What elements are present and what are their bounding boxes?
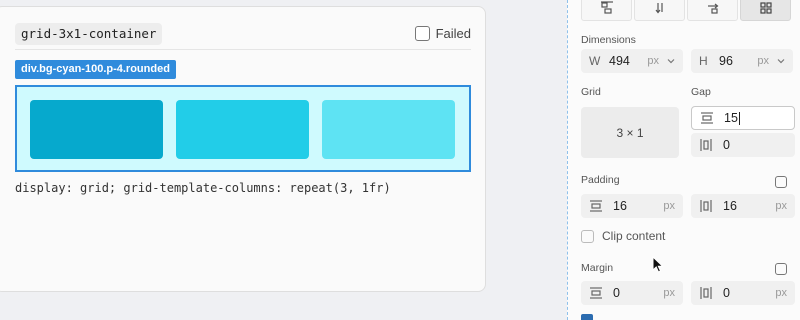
padding-horizontal-icon: [700, 200, 712, 212]
margin-horizontal-icon: [700, 287, 712, 299]
layout-toolbar: [581, 0, 791, 21]
arrow-down-icon: [655, 2, 663, 13]
properties-panel: Dimensions W 494 px H 96 px Grid Gap 3 ×…: [567, 0, 800, 320]
clip-content-checkbox[interactable]: [581, 229, 594, 243]
column-gap-icon: [700, 139, 712, 151]
failed-label: Failed: [435, 25, 471, 41]
failed-checkbox[interactable]: [414, 25, 430, 41]
clip-content-label: Clip content: [602, 229, 666, 243]
chevron-down-icon[interactable]: [777, 57, 785, 65]
partially-visible-checkbox[interactable]: [581, 314, 593, 320]
column-gap-value[interactable]: 0: [723, 138, 795, 152]
test-card: grid-3x1-container Failed div.bg-cyan-10…: [0, 6, 486, 292]
grid-layout-button[interactable]: [740, 0, 791, 21]
independent-margin-icon[interactable]: [775, 263, 787, 275]
grid-preview[interactable]: [15, 85, 471, 172]
row-gap-value[interactable]: 15: [724, 111, 738, 125]
width-value[interactable]: 494: [609, 54, 647, 68]
arrow-right-icon: [707, 3, 718, 14]
dimensions-label: Dimensions: [581, 34, 636, 46]
text-caret: [738, 112, 740, 126]
grid-cell[interactable]: [322, 100, 455, 159]
panel-selection-edge: [567, 0, 568, 320]
width-unit: px: [647, 55, 659, 67]
direction-down-button[interactable]: [634, 0, 685, 21]
margin-horizontal-field[interactable]: 0 px: [691, 281, 795, 305]
margin-horizontal-value[interactable]: 0: [723, 286, 775, 300]
row-gap-icon: [701, 112, 713, 124]
css-description: display: grid; grid-template-columns: re…: [15, 181, 391, 195]
padding-vertical-value[interactable]: 16: [613, 199, 663, 213]
padding-horizontal-value[interactable]: 16: [723, 199, 775, 213]
width-field[interactable]: W 494 px: [581, 49, 683, 73]
failed-toggle[interactable]: Failed: [414, 23, 471, 43]
padding-horizontal-unit: px: [775, 200, 787, 212]
height-prefix: H: [699, 54, 708, 68]
align-top-icon: [600, 0, 613, 14]
row-gap-input[interactable]: 15: [691, 106, 795, 130]
margin-vertical-field[interactable]: 0 px: [581, 281, 683, 305]
margin-vertical-icon: [590, 287, 602, 299]
clip-content-toggle[interactable]: Clip content: [581, 229, 665, 243]
margin-horizontal-unit: px: [775, 287, 787, 299]
grid-size-value: 3 × 1: [616, 125, 644, 140]
align-top-button[interactable]: [581, 0, 632, 21]
column-gap-input[interactable]: 0: [691, 133, 795, 157]
padding-vertical-icon: [590, 200, 602, 212]
selected-element-badge: div.bg-cyan-100.p-4.rounded: [15, 60, 176, 79]
grid-size-picker[interactable]: 3 × 1: [581, 107, 679, 158]
margin-vertical-value[interactable]: 0: [613, 286, 663, 300]
divider: [15, 49, 471, 50]
padding-vertical-unit: px: [663, 200, 675, 212]
grid-icon: [759, 1, 772, 14]
grid-cell[interactable]: [176, 100, 309, 159]
height-value[interactable]: 96: [719, 54, 757, 68]
gap-label: Gap: [691, 86, 711, 98]
height-field[interactable]: H 96 px: [691, 49, 793, 73]
height-unit: px: [757, 55, 769, 67]
grid-cell[interactable]: [30, 100, 163, 159]
test-title: grid-3x1-container: [15, 23, 163, 45]
margin-vertical-unit: px: [663, 287, 675, 299]
padding-vertical-field[interactable]: 16 px: [581, 194, 683, 218]
direction-right-button[interactable]: [687, 0, 738, 21]
mouse-cursor-icon: [652, 256, 664, 273]
padding-horizontal-field[interactable]: 16 px: [691, 194, 795, 218]
width-prefix: W: [589, 54, 601, 68]
margin-label: Margin: [581, 262, 614, 274]
chevron-down-icon[interactable]: [667, 57, 675, 65]
grid-label: Grid: [581, 86, 601, 98]
independent-padding-icon[interactable]: [775, 176, 787, 188]
padding-label: Padding: [581, 174, 620, 186]
